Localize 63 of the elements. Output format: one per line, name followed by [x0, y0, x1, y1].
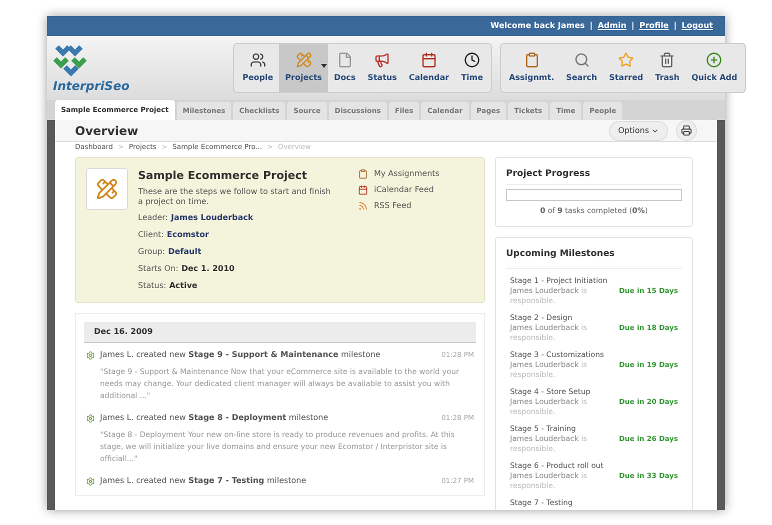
toolbar-button[interactable]: Search [560, 44, 604, 92]
caret-icon [320, 64, 327, 68]
trash-icon [659, 52, 676, 68]
toolbar-button[interactable]: Time [455, 44, 490, 92]
top-link[interactable]: Logout [682, 20, 713, 32]
toolbar-button[interactable]: People [236, 44, 280, 92]
megaphone-icon [374, 52, 390, 68]
pencil-ruler-icon [96, 178, 118, 200]
toolbar-button[interactable]: Quick Add [686, 44, 744, 92]
clipboard-icon [358, 168, 368, 178]
toolbar-button[interactable]: Assignmt. [503, 44, 560, 92]
activity-text: James L. created new Stage 9 - Support & Maintenance milestone [100, 349, 382, 361]
toolbar-button[interactable]: Trash [649, 44, 686, 92]
separator: | [631, 20, 634, 32]
field-value: Dec 1. 2010 [181, 263, 235, 275]
field-link[interactable]: Default [168, 246, 202, 258]
print-button[interactable] [676, 120, 697, 141]
panel-title: Project Progress [506, 168, 682, 185]
star-icon [618, 52, 634, 68]
field-label: Group: [138, 246, 166, 258]
options-button[interactable]: Options [609, 120, 668, 140]
feed-link[interactable]: RSS Feed [374, 200, 412, 212]
date-heading: Dec 16. 2009 [84, 322, 476, 343]
clock-icon [464, 52, 480, 68]
field-label: Leader: [138, 212, 168, 224]
field-link[interactable]: James Louderback [170, 212, 254, 224]
field-label: Status: [138, 280, 166, 292]
toolbar-button[interactable]: Calendar [402, 44, 456, 92]
field-link[interactable]: Ecomstor [166, 229, 209, 241]
people-icon [250, 52, 266, 68]
logo-text: InterpriSeo [53, 78, 130, 95]
rss-icon [358, 200, 368, 210]
plus-icon [706, 52, 722, 68]
gear-icon [86, 476, 95, 486]
panel-title: Upcoming Milestones [506, 248, 682, 269]
welcome-text: Welcome back James [490, 20, 585, 32]
clipboard-icon [524, 52, 540, 68]
gear-icon [86, 414, 95, 422]
pencil-ruler-icon [296, 52, 312, 68]
toolbar-button[interactable]: Starred [603, 44, 650, 92]
search-icon [574, 52, 590, 68]
toolbar-button[interactable]: Projects [279, 44, 328, 92]
feed-link[interactable]: iCalendar Feed [374, 184, 434, 196]
top-link[interactable]: Profile [639, 20, 669, 32]
field-label: Client: [138, 229, 164, 241]
separator: | [674, 20, 677, 32]
gear-icon [86, 350, 95, 360]
printer-icon [681, 125, 692, 136]
calendar-icon [358, 184, 368, 194]
separator: | [590, 20, 593, 32]
toolbar-button[interactable]: Docs [328, 44, 362, 92]
project-title: Sample Ecommerce Project [138, 168, 308, 184]
project-description: These are the steps we follow to start and finish a project on time. [138, 187, 332, 207]
activity-text: James L. created new Stage 7 - Testing milestone [100, 475, 308, 487]
feed-link[interactable]: My Assignments [374, 168, 440, 180]
field-label: Starts On: [138, 263, 178, 275]
page-title: Overview [75, 122, 138, 140]
top-link[interactable]: Admin [598, 20, 626, 32]
field-value: Active [169, 280, 198, 292]
activity-text: James L. created new Stage 8 - Deployment milestone [100, 412, 330, 424]
document-icon [336, 52, 353, 68]
toolbar-button[interactable]: Status [362, 44, 403, 92]
calendar-icon [420, 52, 437, 68]
